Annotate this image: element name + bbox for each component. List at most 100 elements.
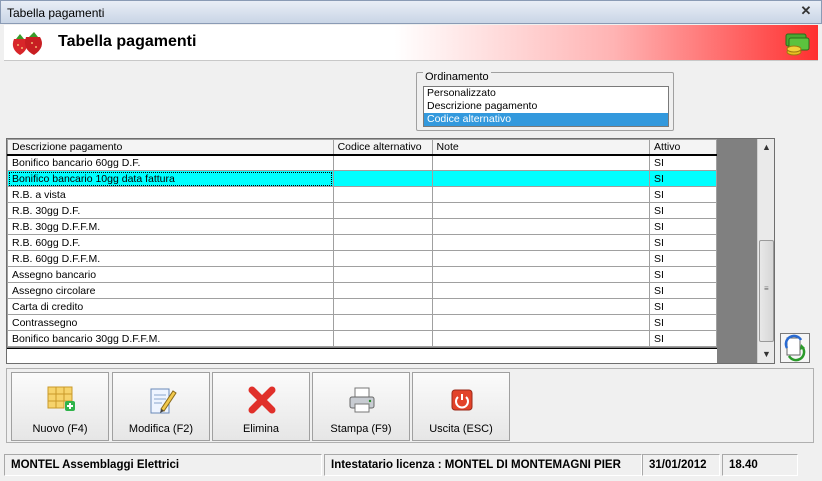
table-row[interactable]: R.B. a vista SI bbox=[7, 186, 717, 203]
cell-codice-alternativo[interactable] bbox=[332, 266, 433, 283]
sort-option-codice-alternativo[interactable]: Codice alternativo bbox=[424, 113, 668, 126]
cell-note[interactable] bbox=[431, 154, 651, 171]
cell-attivo[interactable]: SI bbox=[649, 154, 717, 171]
cell-codice-alternativo[interactable] bbox=[332, 170, 433, 187]
ordinamento-legend: Ordinamento bbox=[423, 71, 491, 83]
cell-attivo[interactable]: SI bbox=[649, 298, 717, 315]
refresh-button[interactable] bbox=[780, 333, 810, 363]
cell-note[interactable] bbox=[431, 330, 651, 347]
delete-x-icon bbox=[248, 386, 276, 414]
table-row[interactable]: R.B. 60gg D.F.F.M. SI bbox=[7, 250, 717, 267]
cell-descrizione[interactable]: R.B. 30gg D.F. bbox=[7, 202, 334, 219]
cell-descrizione[interactable]: Carta di credito bbox=[7, 298, 334, 315]
cell-attivo[interactable]: SI bbox=[649, 330, 717, 347]
cell-codice-alternativo[interactable] bbox=[332, 250, 433, 267]
cell-descrizione[interactable]: Contrassegno bbox=[7, 314, 334, 331]
column-header-descrizione[interactable]: Descrizione pagamento bbox=[7, 139, 334, 156]
cell-descrizione[interactable]: R.B. 30gg D.F.F.M. bbox=[7, 218, 334, 235]
table-row[interactable]: Carta di credito SI bbox=[7, 298, 717, 315]
cell-note[interactable] bbox=[431, 186, 651, 203]
cell-descrizione[interactable]: R.B. a vista bbox=[7, 186, 334, 203]
table-row[interactable]: R.B. 30gg D.F.F.M. SI bbox=[7, 218, 717, 235]
cell-note[interactable] bbox=[431, 298, 651, 315]
money-icon bbox=[785, 33, 810, 56]
status-license: Intestatario licenza : MONTEL DI MONTEMA… bbox=[324, 454, 642, 476]
stampa-label: Stampa (F9) bbox=[330, 423, 392, 435]
cell-descrizione[interactable]: Bonifico bancario 10gg data fattura bbox=[7, 170, 334, 187]
cell-attivo[interactable]: SI bbox=[649, 266, 717, 283]
payments-grid: Descrizione pagamento Codice alternativo… bbox=[6, 138, 775, 364]
cell-codice-alternativo[interactable] bbox=[332, 186, 433, 203]
table-header-row: Descrizione pagamento Codice alternativo… bbox=[7, 139, 717, 156]
table-row[interactable]: R.B. 60gg D.F. SI bbox=[7, 234, 717, 251]
cell-codice-alternativo[interactable] bbox=[332, 314, 433, 331]
column-header-attivo[interactable]: Attivo bbox=[649, 139, 717, 156]
column-header-codice[interactable]: Codice alternativo bbox=[332, 139, 433, 156]
cell-note[interactable] bbox=[431, 170, 651, 187]
status-time: 18.40 bbox=[722, 454, 798, 476]
cell-note[interactable] bbox=[431, 266, 651, 283]
cell-note[interactable] bbox=[431, 282, 651, 299]
sort-option-personalizzato[interactable]: Personalizzato bbox=[424, 87, 668, 100]
cell-attivo[interactable]: SI bbox=[649, 314, 717, 331]
scroll-up-icon[interactable]: ▲ bbox=[758, 139, 775, 156]
table-new-row[interactable] bbox=[7, 348, 717, 363]
cell-note[interactable] bbox=[431, 234, 651, 251]
cell-attivo[interactable]: SI bbox=[649, 234, 717, 251]
elimina-button[interactable]: Elimina bbox=[212, 372, 310, 441]
cell-codice-alternativo[interactable] bbox=[332, 298, 433, 315]
table-row[interactable]: Assegno bancario SI bbox=[7, 266, 717, 283]
cell-codice-alternativo[interactable] bbox=[332, 218, 433, 235]
uscita-label: Uscita (ESC) bbox=[429, 423, 493, 435]
edit-pencil-icon bbox=[150, 388, 177, 414]
cell-attivo[interactable]: SI bbox=[649, 282, 717, 299]
table-row[interactable]: R.B. 30gg D.F. SI bbox=[7, 202, 717, 219]
cell-codice-alternativo[interactable] bbox=[332, 234, 433, 251]
cell-note[interactable] bbox=[431, 202, 651, 219]
cell-attivo[interactable]: SI bbox=[649, 202, 717, 219]
cell-descrizione[interactable]: Assegno circolare bbox=[7, 282, 334, 299]
column-header-note[interactable]: Note bbox=[431, 139, 651, 156]
exit-power-icon bbox=[451, 389, 473, 411]
table-row[interactable]: Assegno circolare SI bbox=[7, 282, 717, 299]
nuovo-button[interactable]: Nuovo (F4) bbox=[11, 372, 109, 441]
cell-codice-alternativo[interactable] bbox=[332, 330, 433, 347]
uscita-button[interactable]: Uscita (ESC) bbox=[412, 372, 510, 441]
grip-icon: ≡ bbox=[764, 284, 769, 293]
cell-codice-alternativo[interactable] bbox=[332, 154, 433, 171]
cell-attivo[interactable]: SI bbox=[649, 218, 717, 235]
table-row[interactable]: Bonifico bancario 10gg data fattura SI bbox=[7, 170, 717, 187]
table-row[interactable]: Bonifico bancario 60gg D.F. SI bbox=[7, 154, 717, 171]
cell-descrizione[interactable]: Assegno bancario bbox=[7, 266, 334, 283]
stampa-button[interactable]: Stampa (F9) bbox=[312, 372, 410, 441]
ordinamento-listbox[interactable]: Personalizzato Descrizione pagamento Cod… bbox=[423, 86, 669, 127]
close-icon[interactable]: ✕ bbox=[799, 4, 813, 18]
table-row[interactable]: Contrassegno SI bbox=[7, 314, 717, 331]
strawberry-logo-icon bbox=[12, 32, 42, 55]
status-bar: MONTEL Assemblaggi Elettrici Intestatari… bbox=[4, 454, 818, 476]
cell-note[interactable] bbox=[431, 218, 651, 235]
scroll-thumb[interactable]: ≡ bbox=[759, 240, 774, 342]
new-grid-icon bbox=[47, 386, 75, 411]
cell-attivo[interactable]: SI bbox=[649, 186, 717, 203]
cell-codice-alternativo[interactable] bbox=[332, 202, 433, 219]
cell-note[interactable] bbox=[431, 314, 651, 331]
cell-descrizione[interactable]: Bonifico bancario 60gg D.F. bbox=[7, 154, 334, 171]
cell-codice-alternativo[interactable] bbox=[332, 282, 433, 299]
table-row[interactable]: Bonifico bancario 30gg D.F.F.M. SI bbox=[7, 330, 717, 347]
cell-descrizione[interactable]: Bonifico bancario 30gg D.F.F.M. bbox=[7, 330, 334, 347]
cell-descrizione[interactable]: R.B. 60gg D.F. bbox=[7, 234, 334, 251]
cell-descrizione[interactable]: R.B. 60gg D.F.F.M. bbox=[7, 250, 334, 267]
header-band: Tabella pagamenti bbox=[4, 25, 818, 61]
cell-note[interactable] bbox=[431, 250, 651, 267]
sort-option-descrizione[interactable]: Descrizione pagamento bbox=[424, 100, 668, 113]
elimina-label: Elimina bbox=[242, 423, 280, 435]
cell-attivo[interactable]: SI bbox=[649, 250, 717, 267]
action-toolbar: Nuovo (F4) Modifica (F2) Elimina Stampa … bbox=[6, 368, 814, 443]
modifica-label: Modifica (F2) bbox=[128, 423, 194, 435]
page-title: Tabella pagamenti bbox=[58, 33, 197, 50]
vertical-scrollbar[interactable]: ▲ ≡ ▼ bbox=[757, 139, 774, 363]
modifica-button[interactable]: Modifica (F2) bbox=[112, 372, 210, 441]
cell-attivo[interactable]: SI bbox=[649, 170, 717, 187]
scroll-down-icon[interactable]: ▼ bbox=[758, 346, 775, 363]
